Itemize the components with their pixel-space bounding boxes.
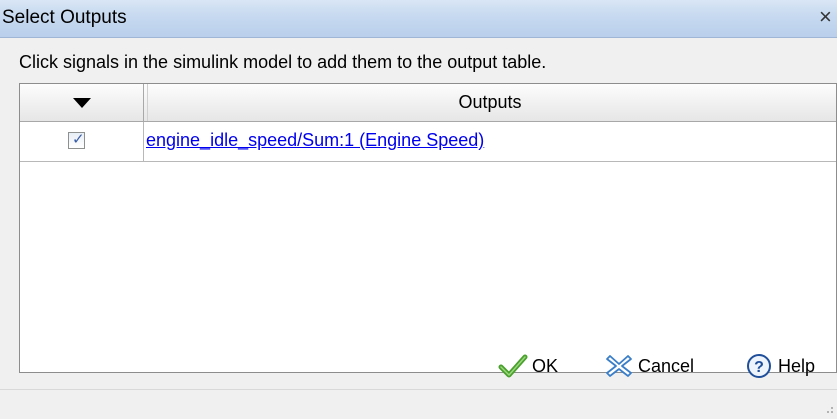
table-header: Outputs [20, 84, 836, 122]
table-row: ✓ engine_idle_speed/Sum:1 (Engine Speed) [20, 122, 836, 162]
output-checkbox[interactable]: ✓ [68, 131, 85, 149]
cancel-button-label: Cancel [638, 355, 695, 376]
instruction-text: Click signals in the simulink model to a… [19, 52, 547, 72]
signal-link[interactable]: engine_idle_speed/Sum:1 (Engine Speed) [146, 130, 484, 151]
window-title: Select Outputs [2, 7, 127, 28]
close-icon[interactable]: × [819, 4, 837, 30]
outputs-column-header[interactable]: Outputs [144, 84, 836, 121]
ok-button-label: OK [532, 355, 559, 376]
output-table: Outputs ✓ engine_idle_speed/Sum:1 (Engin… [19, 83, 837, 373]
sort-column-header[interactable] [20, 84, 144, 121]
ok-button[interactable]: OK [498, 348, 558, 384]
title-bar[interactable]: Select Outputs × [0, 0, 837, 38]
resize-grip-icon[interactable] [822, 404, 834, 416]
status-bar [0, 389, 837, 419]
question-mark-icon: ? [747, 354, 771, 378]
cancel-button[interactable]: Cancel [604, 348, 694, 384]
sort-down-arrow-icon[interactable] [73, 98, 91, 108]
x-cross-icon [606, 355, 632, 377]
help-button-label: Help [778, 355, 816, 376]
select-outputs-dialog: Select Outputs × Click signals in the si… [0, 0, 837, 419]
help-button[interactable]: ? Help [744, 348, 815, 384]
checkmark-icon: ✓ [72, 131, 85, 148]
svg-text:?: ? [754, 359, 764, 376]
row-check-cell: ✓ [20, 122, 144, 161]
checkmark-icon [498, 354, 528, 378]
